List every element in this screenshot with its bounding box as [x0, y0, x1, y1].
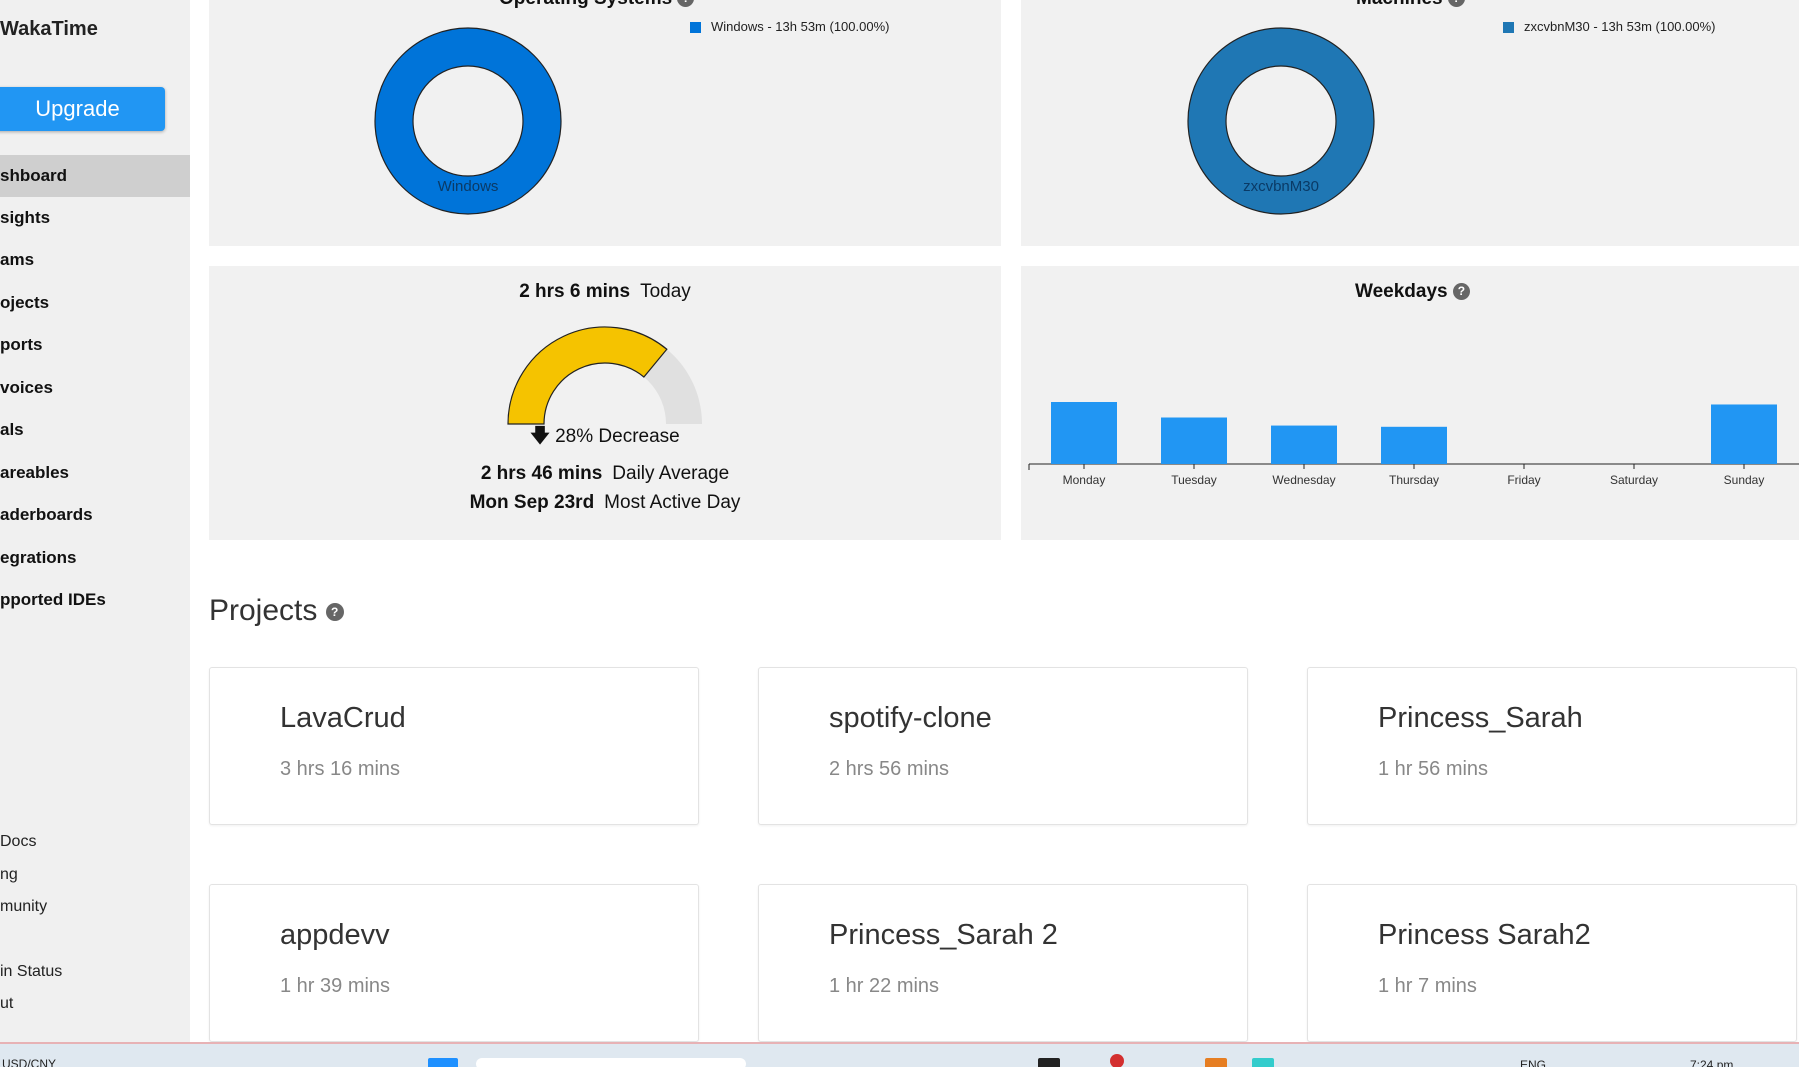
project-name[interactable]: spotify-clone: [829, 702, 992, 735]
os-donut-ring: [375, 28, 561, 214]
x-tick-label: Wednesday: [1272, 473, 1335, 487]
help-icon[interactable]: ?: [677, 0, 695, 8]
sidebar: WakaTime Upgrade shboard sights ams ojects p…: [0, 0, 190, 1042]
notification-badge[interactable]: [1110, 1054, 1124, 1067]
weekday-bar-sunday[interactable]: [1711, 404, 1777, 464]
project-time: 3 hrs 16 mins: [280, 758, 401, 780]
taskbar-app-icon[interactable]: [1252, 1058, 1274, 1067]
taskbar-app-icon[interactable]: [1038, 1058, 1060, 1067]
taskbar-clock[interactable]: 7:24 pm: [1690, 1058, 1733, 1067]
sidebar-footer-link[interactable]: munity: [0, 898, 47, 916]
sidebar-item[interactable]: voices: [0, 367, 190, 409]
weekday-bar-wednesday[interactable]: [1271, 425, 1337, 464]
search-box[interactable]: [476, 1058, 746, 1067]
project-time: 2 hrs 56 mins: [829, 758, 950, 780]
sidebar-item[interactable]: areables: [0, 452, 190, 494]
x-tick-label: Saturday: [1610, 473, 1658, 487]
project-name[interactable]: Princess_Sarah: [1378, 702, 1583, 735]
weekdays-bar-chart: Monday Tuesday Wednesday Thursday Friday Satu…: [1028, 402, 1799, 487]
project-card[interactable]: spotify-clone 2 hrs 56 mins: [758, 667, 1248, 825]
machines-donut-ring: [1188, 28, 1374, 214]
most-active-day: Mon Sep 23rd Most Active Day: [469, 492, 741, 513]
weekday-bar-thursday[interactable]: [1381, 426, 1447, 464]
change-indicator: 🡇 28% Decrease: [530, 426, 680, 447]
daily-average: 2 hrs 46 mins Daily Average: [480, 463, 730, 484]
taskbar-app-icon[interactable]: [1205, 1058, 1227, 1067]
help-icon[interactable]: ?: [325, 603, 344, 622]
project-name[interactable]: appdevv: [280, 919, 390, 952]
sidebar-item[interactable]: ports: [0, 324, 190, 366]
sidebar-item[interactable]: ams: [0, 239, 190, 281]
arrow-down-icon: 🡇: [530, 426, 550, 447]
project-time: 1 hr 22 mins: [829, 975, 940, 997]
sidebar-item[interactable]: sights: [0, 197, 190, 239]
sidebar-footer-link[interactable]: in Status: [0, 963, 62, 981]
sidebar-footer-link[interactable]: ut: [0, 995, 13, 1013]
sidebar-item[interactable]: shboard: [0, 155, 190, 197]
project-card[interactable]: Princess_Sarah 2 1 hr 22 mins: [758, 884, 1248, 1042]
taskbar-language[interactable]: ENG: [1520, 1058, 1546, 1067]
project-name[interactable]: Princess Sarah2: [1378, 919, 1591, 952]
operating-systems-panel: Operating Systems ? Windows - 13h 53m (1…: [209, 0, 1001, 246]
x-tick-label: Sunday: [1724, 473, 1765, 487]
sidebar-footer-link[interactable]: ng: [0, 866, 18, 884]
x-tick-label: Monday: [1063, 473, 1106, 487]
project-card[interactable]: Princess Sarah2 1 hr 7 mins: [1307, 884, 1797, 1042]
project-card[interactable]: Princess_Sarah 1 hr 56 mins: [1307, 667, 1797, 825]
project-time: 1 hr 7 mins: [1378, 975, 1477, 997]
today-gauge: [507, 326, 702, 425]
sidebar-footer-link[interactable]: Docs: [0, 833, 36, 851]
gauge-fill: [507, 326, 668, 425]
machines-legend-item[interactable]: zxcvbnM30 - 13h 53m (100.00%): [1503, 19, 1715, 34]
machines-donut-label: zxcvbnM30: [1243, 178, 1319, 195]
upgrade-button[interactable]: Upgrade: [0, 87, 165, 131]
x-tick-label: Friday: [1507, 473, 1540, 487]
os-panel-title: Operating Systems ?: [499, 0, 695, 10]
machines-donut-chart: zxcvbnM30: [1187, 27, 1375, 215]
projects-heading: Projects ?: [209, 594, 344, 628]
project-time: 1 hr 39 mins: [280, 975, 391, 997]
project-card[interactable]: LavaCrud 3 hrs 16 mins: [209, 667, 699, 825]
brand-logo-text[interactable]: WakaTime: [0, 18, 98, 41]
machines-panel: Machines ? zxcvbnM30 - 13h 53m (100.00%)…: [1021, 0, 1799, 246]
weekdays-panel: Weekdays ? Monday Tuesday Wednesday Thursda…: [1021, 266, 1799, 540]
os-donut-label: Windows: [438, 178, 499, 195]
sidebar-item[interactable]: egrations: [0, 537, 190, 579]
taskbar-ticker[interactable]: USD/CNY: [2, 1057, 56, 1067]
today-summary-panel: 2 hrs 6 mins Today 🡇 28% Decrease 2 hrs 4…: [209, 266, 1001, 540]
os-legend-item[interactable]: Windows - 13h 53m (100.00%): [690, 19, 889, 34]
weekday-bar-monday[interactable]: [1051, 402, 1117, 464]
sidebar-item[interactable]: als: [0, 409, 190, 451]
machines-panel-title: Machines ?: [1356, 0, 1465, 10]
today-total: 2 hrs 6 mins Today: [519, 281, 691, 302]
legend-swatch: [690, 22, 701, 34]
legend-swatch: [1503, 22, 1514, 34]
help-icon[interactable]: ?: [1447, 0, 1465, 8]
x-tick-label: Thursday: [1389, 473, 1439, 487]
os-donut-chart: Windows: [374, 27, 562, 215]
project-name[interactable]: Princess_Sarah 2: [829, 919, 1058, 952]
project-card[interactable]: appdevv 1 hr 39 mins: [209, 884, 699, 1042]
project-name[interactable]: LavaCrud: [280, 702, 406, 735]
sidebar-item[interactable]: ojects: [0, 282, 190, 324]
os-taskbar: USD/CNY ENG 7:24 pm: [0, 1042, 1799, 1067]
sidebar-item[interactable]: pported IDEs: [0, 579, 190, 621]
x-tick-label: Tuesday: [1171, 473, 1217, 487]
weekday-bar-tuesday[interactable]: [1161, 417, 1227, 465]
sidebar-item[interactable]: aderboards: [0, 494, 190, 536]
project-time: 1 hr 56 mins: [1378, 758, 1489, 780]
windows-start-icon[interactable]: [428, 1058, 458, 1067]
